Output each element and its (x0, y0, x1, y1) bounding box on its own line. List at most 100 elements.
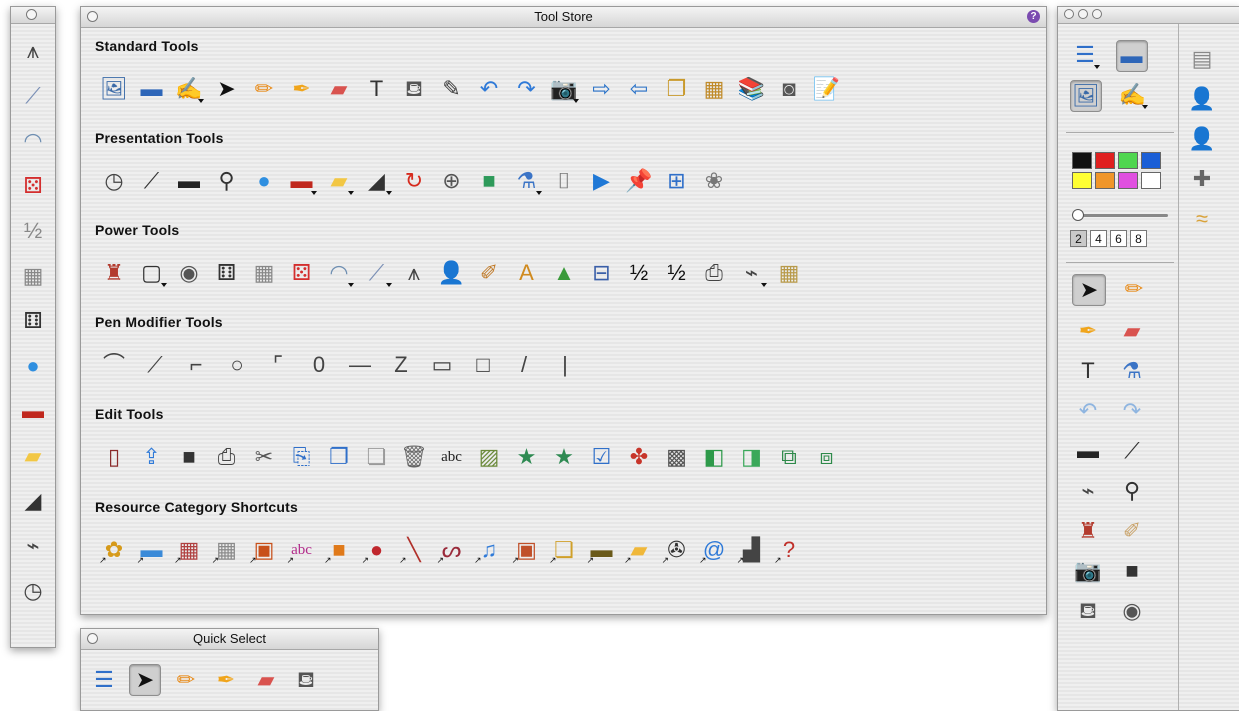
group-icon[interactable]: ⧉ (774, 442, 804, 472)
compass-dial-icon[interactable]: ◉ (174, 258, 204, 288)
reveal-screen-icon[interactable]: ▬ (1072, 436, 1104, 466)
eraser-icon[interactable]: ▰ (1116, 316, 1148, 346)
target-icon[interactable]: ⊕ (437, 166, 467, 196)
document-resource-icon[interactable]: ▣ ↗ (512, 535, 542, 565)
note-resource-icon[interactable]: ▰ ↗ (624, 535, 654, 565)
clock-icon[interactable]: ◷ (99, 166, 129, 196)
video-camera-icon[interactable]: ⌁ (1072, 476, 1104, 506)
camera-icon[interactable]: 📷 (549, 74, 579, 104)
sticky-note-icon[interactable]: ▰ (324, 166, 354, 196)
whiteboard-icon[interactable]: 🖼 (1070, 80, 1102, 112)
curve-icon[interactable]: ⌜ (263, 350, 293, 380)
page-list-icon[interactable]: ☰ (89, 665, 119, 695)
arc-icon[interactable]: ⌒ (99, 350, 129, 380)
grid-fill-icon[interactable]: ▩ (662, 442, 692, 472)
page-sorter-icon[interactable]: ❐ (662, 74, 692, 104)
paste-icon[interactable]: ⎘ (287, 442, 317, 472)
pen-size-button[interactable]: 6 (1110, 230, 1127, 247)
oval-icon[interactable]: 0 (304, 350, 334, 380)
pen-size-button[interactable]: 8 (1130, 230, 1147, 247)
books-icon[interactable]: 📚 (737, 74, 767, 104)
spellcheck-icon[interactable]: abc (437, 442, 467, 472)
protractor-icon[interactable]: ◠ (18, 126, 48, 156)
previous-page-icon[interactable]: ⇦ (624, 74, 654, 104)
counter-icon[interactable]: ⊟ (587, 258, 617, 288)
dice-icon[interactable]: ⚅ (212, 258, 242, 288)
world-map-icon[interactable]: ≈ (1187, 204, 1217, 234)
selection-icon[interactable]: ▨ (474, 442, 504, 472)
stamp-icon[interactable]: ♜ (99, 258, 129, 288)
undo-icon[interactable]: ↶ (474, 74, 504, 104)
rectangle-icon[interactable]: ▭ (427, 350, 457, 380)
paint-bucket-icon[interactable]: ⛾ (399, 74, 429, 104)
print-icon[interactable]: ⎙ (212, 442, 242, 472)
paint-bucket-icon[interactable]: ⛾ (291, 665, 321, 695)
help-icon[interactable]: ? (1027, 10, 1040, 23)
diagonal-line-icon[interactable]: / (509, 350, 539, 380)
loudspeaker-icon[interactable]: ◢ (18, 486, 48, 516)
led-sign-icon[interactable]: ▬ (287, 166, 317, 196)
frame-icon[interactable]: ▢ (137, 258, 167, 288)
color-swatch[interactable] (1141, 152, 1161, 169)
pen-size-button[interactable]: 2 (1070, 230, 1087, 247)
globe-icon[interactable]: ● (249, 166, 279, 196)
quick-select-titlebar[interactable]: Quick Select (81, 629, 378, 650)
square-icon[interactable]: □ (468, 350, 498, 380)
zigzag-icon[interactable]: Z (386, 350, 416, 380)
text-resource-icon[interactable]: abc ↗ (287, 535, 317, 565)
export-icon[interactable]: ⇪ (137, 442, 167, 472)
text-shape-icon[interactable]: A (512, 258, 542, 288)
page-resource-icon[interactable]: ❏ ↗ (549, 535, 579, 565)
pencil-icon[interactable]: ✏ (171, 665, 201, 695)
circle-icon[interactable]: ○ (222, 350, 252, 380)
save-icon[interactable]: ■ (174, 442, 204, 472)
copy-icon[interactable]: ❐ (324, 442, 354, 472)
pen-size-button[interactable]: 4 (1090, 230, 1107, 247)
fraction-icon[interactable]: ½ (18, 216, 48, 246)
email-resource-icon[interactable]: @ ↗ (699, 535, 729, 565)
save-icon[interactable]: ■ (1116, 556, 1148, 586)
stamp-icon[interactable]: ♜ (1072, 516, 1104, 546)
checkbox-icon[interactable]: ☑ (587, 442, 617, 472)
close-button[interactable] (87, 633, 98, 644)
ruler-icon[interactable]: ⟋ (18, 81, 48, 111)
printer-icon[interactable]: ⎙ (699, 258, 729, 288)
ticker-resource-icon[interactable]: ▬ ↗ (587, 535, 617, 565)
text-icon[interactable]: T (362, 74, 392, 104)
graph-axis-icon[interactable]: ✚ (1187, 164, 1217, 194)
horizontal-line-icon[interactable]: — (345, 350, 375, 380)
eraser-icon[interactable]: ▰ (251, 665, 281, 695)
grid-resource-icon[interactable]: ▦ ↗ (174, 535, 204, 565)
trash-icon[interactable]: 🗑 (399, 442, 429, 472)
close-button[interactable] (87, 11, 98, 22)
ungroup-icon[interactable]: ⧈ (812, 442, 842, 472)
color-swatch[interactable] (1072, 152, 1092, 169)
fraction-icon[interactable]: ½ (624, 258, 654, 288)
green-square-icon[interactable]: ■ (474, 166, 504, 196)
ruler-icon[interactable]: ⟋ (362, 258, 392, 288)
arrow-pointer-icon[interactable]: ➤ (212, 74, 242, 104)
calculator-icon[interactable]: ▦ (249, 258, 279, 288)
notepad-icon[interactable]: ▤ (1187, 44, 1217, 74)
pushpin-resource-icon[interactable]: ● ↗ (362, 535, 392, 565)
contact-icon[interactable]: 👤 (437, 258, 467, 288)
palette-pen-icon[interactable]: ✐ (1116, 516, 1148, 546)
file-view-icon[interactable]: ▬ (137, 74, 167, 104)
picture-resource-icon[interactable]: ▣ ↗ (249, 535, 279, 565)
left-toolbar-titlebar[interactable] (11, 7, 55, 24)
triangle-shape-icon[interactable]: ▲ (549, 258, 579, 288)
magnifier-icon[interactable]: ⚲ (1116, 476, 1148, 506)
pencil-icon[interactable]: ✏ (1118, 274, 1150, 304)
color-swatch[interactable] (1095, 152, 1115, 169)
video-camera-icon[interactable]: ⌁ (737, 258, 767, 288)
camera-icon[interactable]: 📷 (1072, 556, 1104, 586)
slider-thumb[interactable] (1072, 209, 1084, 221)
pen-width-slider[interactable] (1072, 209, 1168, 221)
compass-dial-icon[interactable]: ◉ (1116, 596, 1148, 626)
file-view-icon[interactable]: ▬ (1115, 40, 1148, 72)
drawing-compass-icon[interactable]: ⩚ (18, 36, 48, 66)
highlighter-icon[interactable]: ✒ (1072, 316, 1104, 346)
star-down-icon[interactable]: ★ (549, 442, 579, 472)
quiz-resource-icon[interactable]: ? ↗ (774, 535, 804, 565)
flower-icon[interactable]: ❀ (699, 166, 729, 196)
